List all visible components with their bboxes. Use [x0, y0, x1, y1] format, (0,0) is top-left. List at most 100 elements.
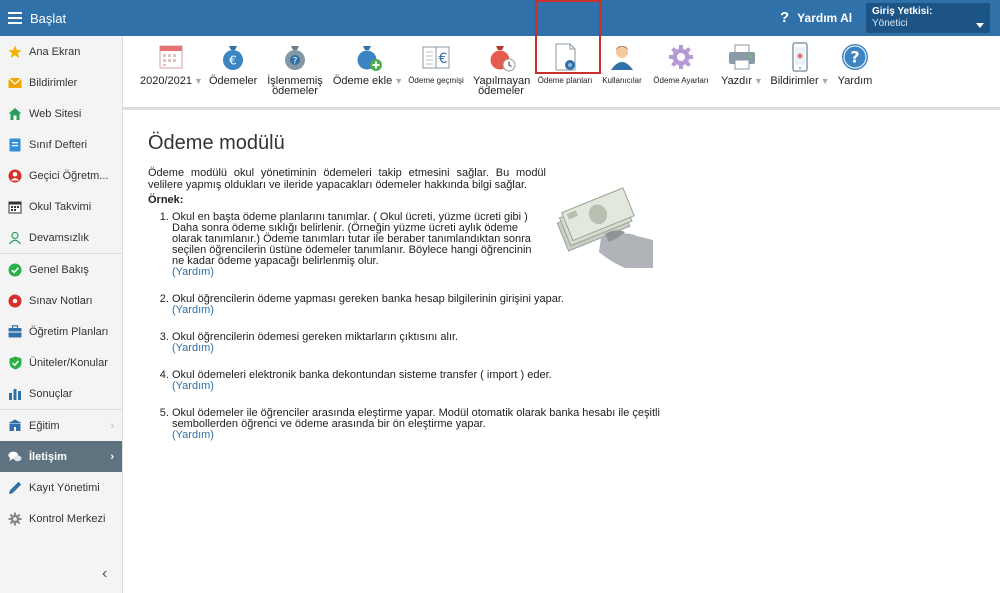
money-bag-question-icon: ?: [278, 40, 312, 74]
help-link[interactable]: (Yardım): [172, 429, 214, 441]
chevron-right-icon: ›: [110, 450, 114, 463]
step-text: Okul ödemeler ile öğrenciler arasında el…: [172, 407, 660, 430]
payments-button[interactable]: € Ödemeler: [209, 40, 258, 87]
question-glyph: ?: [850, 48, 859, 67]
money-bag-clock-icon: [484, 40, 518, 74]
help-link[interactable]: (Yardım): [172, 304, 214, 316]
sidebar-item-label: Sonuçlar: [29, 387, 73, 400]
step-text: Okul öğrencilerin ödeme yapması gereken …: [172, 293, 564, 305]
print-button[interactable]: Yazdır ▼: [719, 40, 765, 87]
sidebar-item-home[interactable]: Ana Ekran: [0, 36, 122, 67]
payment-history-label: Ödeme geçmişi: [408, 76, 464, 85]
sidebar-item-label: Kayıt Yönetimi: [29, 481, 100, 494]
shield-check-icon: [8, 356, 22, 370]
sidebar-item-notifications[interactable]: Bildirimler: [0, 67, 122, 98]
get-help-label: Yardım Al: [797, 10, 853, 25]
step-text: Okul öğrencilerin ödemesi gereken miktar…: [172, 331, 459, 343]
check-circle-icon: [8, 263, 22, 277]
start-menu-label: Başlat: [30, 10, 67, 26]
notifications-button[interactable]: Bildirimler ▼: [769, 40, 831, 87]
home-icon: [8, 107, 22, 121]
sidebar-item-education[interactable]: Eğitim ›: [0, 410, 122, 441]
printer-icon: [725, 40, 759, 74]
calendar-icon: [8, 200, 22, 214]
sidebar-item-label: Eğitim: [29, 419, 60, 432]
dropdown-arrow-icon: ▼: [394, 76, 404, 86]
sidebar-item-class-book[interactable]: Sınıf Defteri: [0, 129, 122, 160]
help-link[interactable]: (Yardım): [172, 266, 214, 278]
unpaid-label-line2: ödemeler: [478, 85, 524, 97]
sidebar: Ana Ekran Bildirimler Web Sitesi Sınıf D…: [0, 36, 123, 593]
sidebar-item-attendance[interactable]: Devamsızlık: [0, 222, 122, 253]
authorization-select[interactable]: Giriş Yetkisi: Yönetici: [866, 3, 990, 33]
sidebar-item-label: Ana Ekran: [29, 45, 81, 58]
hamburger-icon: [8, 12, 22, 24]
payment-history-button[interactable]: € Ödeme geçmişi: [407, 40, 465, 86]
year-select-button[interactable]: 2020/2021 ▼: [140, 40, 203, 87]
list-item: Okul ödemeler ile öğrenciler arasında el…: [172, 408, 662, 441]
sidebar-item-website[interactable]: Web Sitesi: [0, 98, 122, 129]
add-payment-button[interactable]: Ödeme ekle ▼: [331, 40, 405, 87]
chevron-right-icon: ›: [110, 419, 114, 432]
help-link[interactable]: (Yardım): [172, 380, 214, 392]
sidebar-collapse-button[interactable]: ‹: [102, 565, 107, 583]
step-text: Okul en başta ödeme planlarını tanımlar.…: [172, 211, 532, 267]
money-bag-add-icon: [351, 40, 385, 74]
print-label: Yazdır: [721, 75, 753, 87]
sidebar-item-overview[interactable]: Genel Bakış: [0, 254, 122, 285]
mobile-phone-icon: [783, 40, 817, 74]
sidebar-item-temp-teacher[interactable]: Geçici Öğretm...: [0, 160, 122, 191]
authorization-title: Giriş Yetkisi:: [872, 6, 933, 17]
unpaid-payments-button[interactable]: Yapılmayan ödemeler: [473, 40, 530, 97]
start-menu-button[interactable]: Başlat: [8, 9, 68, 27]
euro-glyph: €: [439, 51, 448, 67]
user-icon: [605, 40, 639, 74]
payment-settings-button[interactable]: Ödeme Ayarları: [651, 40, 711, 86]
grade-icon: [8, 294, 22, 308]
list-item: Okul en başta ödeme planlarını tanımlar.…: [172, 212, 538, 278]
notebook-icon: [8, 138, 22, 152]
school-icon: [8, 419, 22, 433]
sidebar-item-units-topics[interactable]: Üniteler/Konular: [0, 347, 122, 378]
year-label: 2020/2021: [140, 75, 192, 87]
dropdown-arrow-icon: ▼: [194, 76, 203, 86]
sidebar-item-registration[interactable]: Kayıt Yönetimi: [0, 472, 122, 503]
money-bag-euro-icon: €: [216, 40, 250, 74]
intro-text: Ödeme modülü okul yönetiminin ödemeleri …: [148, 167, 546, 191]
sidebar-item-label: Okul Takvimi: [29, 200, 92, 213]
star-icon: [8, 45, 22, 59]
sidebar-item-label: Web Sitesi: [29, 107, 82, 120]
list-item: Okul öğrencilerin ödeme yapması gereken …: [172, 294, 662, 316]
help-button[interactable]: ? Yardım: [835, 40, 875, 87]
sidebar-item-results[interactable]: Sonuçlar: [0, 378, 122, 409]
sidebar-item-label: Sınav Notları: [29, 294, 93, 307]
help-link[interactable]: (Yardım): [172, 342, 214, 354]
sidebar-item-teaching-plans[interactable]: Öğretim Planları: [0, 316, 122, 347]
sidebar-item-label: Bildirimler: [29, 76, 78, 89]
hand-money-illustration: [553, 180, 655, 270]
sidebar-item-exam-grades[interactable]: Sınav Notları: [0, 285, 122, 316]
question-icon: ?: [780, 9, 790, 26]
steps-list: Okul en başta ödeme planlarını tanımlar.…: [148, 212, 660, 441]
add-payment-label: Ödeme ekle: [332, 75, 393, 87]
sidebar-item-label: Geçici Öğretm...: [29, 169, 109, 182]
person-icon: [8, 169, 22, 183]
envelope-icon: [8, 76, 22, 90]
payment-plans-label: Ödeme planları: [537, 76, 593, 85]
sidebar-item-communication[interactable]: İletişim ›: [0, 441, 122, 472]
users-label: Kullanıcılar: [602, 76, 642, 85]
sidebar-item-school-calendar[interactable]: Okul Takvimi: [0, 191, 122, 222]
get-help-button[interactable]: ? Yardım Al: [780, 9, 852, 26]
sidebar-item-label: Genel Bakış: [29, 263, 89, 276]
page-title: Ödeme modülü: [148, 132, 285, 154]
authorization-value: Yönetici: [872, 18, 908, 29]
payments-label: Ödemeler: [209, 75, 258, 87]
step-text: Okul ödemeleri elektronik banka dekontun…: [172, 369, 552, 381]
euro-glyph: €: [229, 54, 237, 68]
briefcase-icon: [8, 325, 22, 339]
sidebar-item-control-center[interactable]: Kontrol Merkezi: [0, 503, 122, 534]
sidebar-item-label: Öğretim Planları: [29, 325, 109, 338]
unprocessed-payments-button[interactable]: ? İşlenmemiş ödemeler: [266, 40, 324, 97]
users-button[interactable]: Kullanıcılar: [600, 40, 644, 86]
chat-icon: [8, 450, 22, 464]
